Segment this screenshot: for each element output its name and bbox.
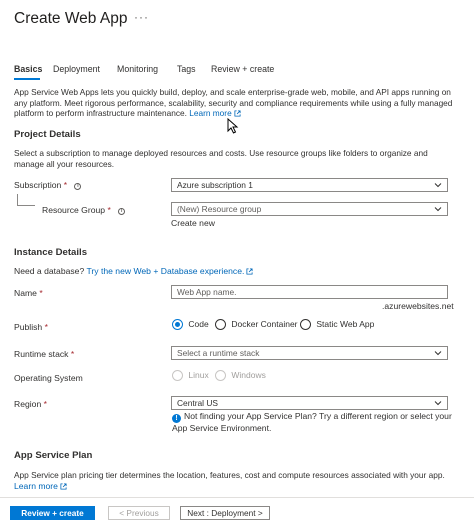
region-label-text: Region [14,399,42,409]
os-option-linux: Linux [172,370,209,382]
radio-disabled-icon [172,370,183,382]
active-tab-indicator [14,78,40,80]
subscription-label-text: Subscription [14,180,62,190]
subscription-value: Azure subscription 1 [177,180,253,190]
publish-option-code[interactable]: Code [172,319,209,331]
external-link-icon [246,268,253,275]
region-notice-line2: App Service Environment. [172,423,272,433]
radio-selected-icon[interactable] [172,319,183,331]
required-marker: * [70,349,75,359]
publish-option-static[interactable]: Static Web App [300,319,375,331]
resource-group-dropdown[interactable]: (New) Resource group [171,202,448,216]
app-service-plan-heading: App Service Plan [14,450,93,461]
resource-group-value: (New) Resource group [177,204,262,214]
required-marker: * [44,322,48,332]
subscription-label: Subscription * i [14,180,82,190]
radio-icon[interactable] [215,319,226,331]
publish-label-text: Publish [14,322,43,332]
web-app-name-input[interactable]: Web App name. [171,285,448,299]
resource-group-label: Resource Group * i [42,205,126,215]
next-deployment-button[interactable]: Next : Deployment > [180,506,270,520]
learn-more-link[interactable]: Learn more [189,108,231,118]
radio-icon[interactable] [300,319,311,331]
tree-connector [17,194,35,206]
os-option-windows: Windows [215,370,266,382]
publish-docker-label: Docker Container [231,319,298,329]
web-database-link[interactable]: Try the new Web + Database experience. [86,266,244,276]
runtime-stack-label: Runtime stack * [14,349,74,359]
tab-basics[interactable]: Basics [14,64,42,74]
review-create-button[interactable]: Review + create [10,506,95,520]
page-title: Create Web App [14,10,128,27]
subscription-dropdown[interactable]: Azure subscription 1 [171,178,448,192]
name-label-text: Name [14,288,37,298]
app-service-plan-description: App Service plan pricing tier determines… [14,470,445,480]
info-circle-icon: ! [172,414,181,423]
radio-disabled-icon [215,370,226,382]
domain-suffix: .azurewebsites.net [382,301,454,311]
previous-button[interactable]: < Previous [108,506,170,520]
chevron-down-icon [434,207,442,212]
tab-review-create[interactable]: Review + create [211,64,274,74]
plan-learn-more: Learn more [14,481,67,491]
project-details-heading: Project Details [14,129,81,140]
region-value: Central US [177,398,218,408]
chevron-down-icon [434,351,442,356]
plan-learn-more-link[interactable]: Learn more [14,481,58,491]
info-icon[interactable]: i [118,208,126,215]
more-options-icon[interactable]: ··· [134,10,149,24]
publish-static-label: Static Web App [316,319,375,329]
info-icon[interactable]: i [74,183,82,190]
footer-divider [0,497,474,498]
required-marker: * [39,288,43,298]
chevron-down-icon [434,183,442,188]
intro-text: App Service Web Apps lets you quickly bu… [14,87,454,119]
required-marker: * [43,399,47,409]
name-label: Name * [14,288,43,298]
runtime-stack-dropdown[interactable]: Select a runtime stack [171,346,448,360]
region-label: Region * [14,399,47,409]
project-details-description: Select a subscription to manage deployed… [14,148,428,169]
instance-details-heading: Instance Details [14,247,88,258]
tab-monitoring[interactable]: Monitoring [117,64,158,74]
region-notice: ! Not finding your App Service Plan? Try … [172,411,452,434]
required-marker: * [63,180,68,190]
region-dropdown[interactable]: Central US [171,396,448,410]
database-prompt: Need a database? Try the new Web + Datab… [14,266,253,276]
os-linux-label: Linux [188,370,209,380]
external-link-icon [60,483,67,490]
runtime-placeholder: Select a runtime stack [177,348,260,358]
region-notice-line1: Not finding your App Service Plan? Try a… [184,411,452,421]
external-link-icon [234,110,241,117]
resource-group-label-text: Resource Group [42,205,106,215]
os-windows-label: Windows [231,370,266,380]
chevron-down-icon [434,401,442,406]
runtime-label-text: Runtime stack [14,349,69,359]
publish-option-docker[interactable]: Docker Container [215,319,298,331]
publish-label: Publish * [14,322,48,332]
tab-deployment[interactable]: Deployment [53,64,100,74]
mouse-cursor-icon [227,118,239,134]
create-new-link[interactable]: Create new [171,218,215,228]
required-marker: * [107,205,111,215]
operating-system-label: Operating System [14,373,83,383]
tab-tags[interactable]: Tags [177,64,196,74]
database-text: Need a database? [14,266,85,276]
publish-code-label: Code [188,319,209,329]
